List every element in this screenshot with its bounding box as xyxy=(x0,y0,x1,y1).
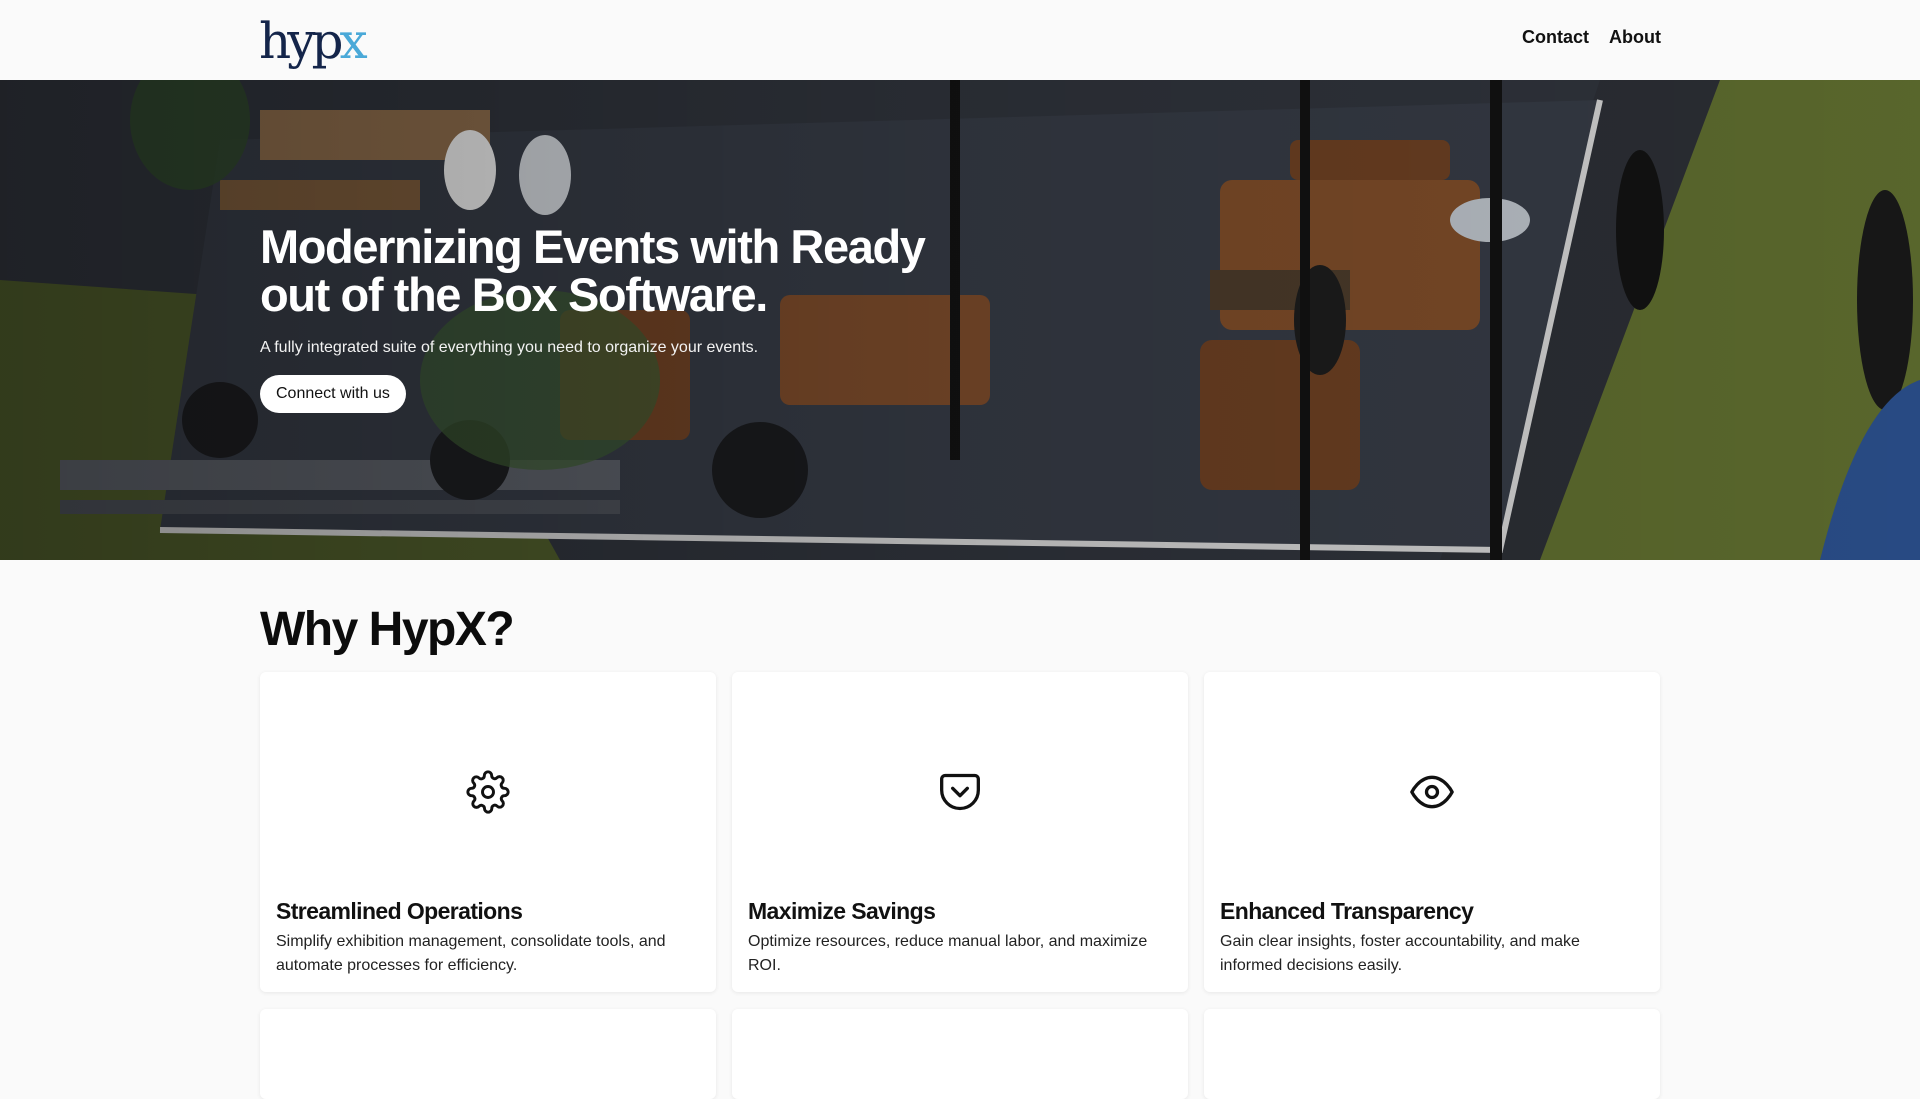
card-title: Streamlined Operations xyxy=(276,898,523,924)
feature-card: Enhanced Transparency Gain clear insight… xyxy=(1204,672,1660,992)
card-description: Optimize resources, reduce manual labor,… xyxy=(748,933,1148,974)
pocket-icon xyxy=(940,773,980,811)
eye-icon xyxy=(1410,775,1454,809)
hero-content: Modernizing Events with Ready out of the… xyxy=(260,223,980,413)
feature-card-partial xyxy=(1204,1009,1660,1099)
connect-with-us-button[interactable]: Connect with us xyxy=(260,375,406,413)
gear-icon xyxy=(466,770,510,814)
feature-card-partial xyxy=(260,1009,716,1099)
hero-banner: Modernizing Events with Ready out of the… xyxy=(0,80,1920,560)
hero-title: Modernizing Events with Ready out of the… xyxy=(260,220,926,321)
hypx-logo[interactable]: hyp x xyxy=(259,12,368,70)
site-header: hyp x Contact About xyxy=(0,0,1920,80)
nav-contact-link[interactable]: Contact xyxy=(1522,27,1589,48)
top-nav: Contact About xyxy=(1522,27,1661,48)
nav-about-link[interactable]: About xyxy=(1609,27,1661,48)
card-description: Simplify exhibition management, consolid… xyxy=(276,933,666,974)
why-hypx-heading: Why HypX? xyxy=(260,603,515,656)
feature-card: Maximize Savings Optimize resources, red… xyxy=(732,672,1188,992)
logo-text-accent: x xyxy=(339,12,367,70)
feature-card: Streamlined Operations Simplify exhibiti… xyxy=(260,672,716,992)
card-title: Maximize Savings xyxy=(748,898,936,924)
hero-subtitle: A fully integrated suite of everything y… xyxy=(260,339,759,356)
card-description: Gain clear insights, foster accountabili… xyxy=(1220,933,1580,974)
feature-card-partial xyxy=(732,1009,1188,1099)
logo-text-primary: hyp xyxy=(259,12,343,70)
card-title: Enhanced Transparency xyxy=(1220,898,1474,924)
